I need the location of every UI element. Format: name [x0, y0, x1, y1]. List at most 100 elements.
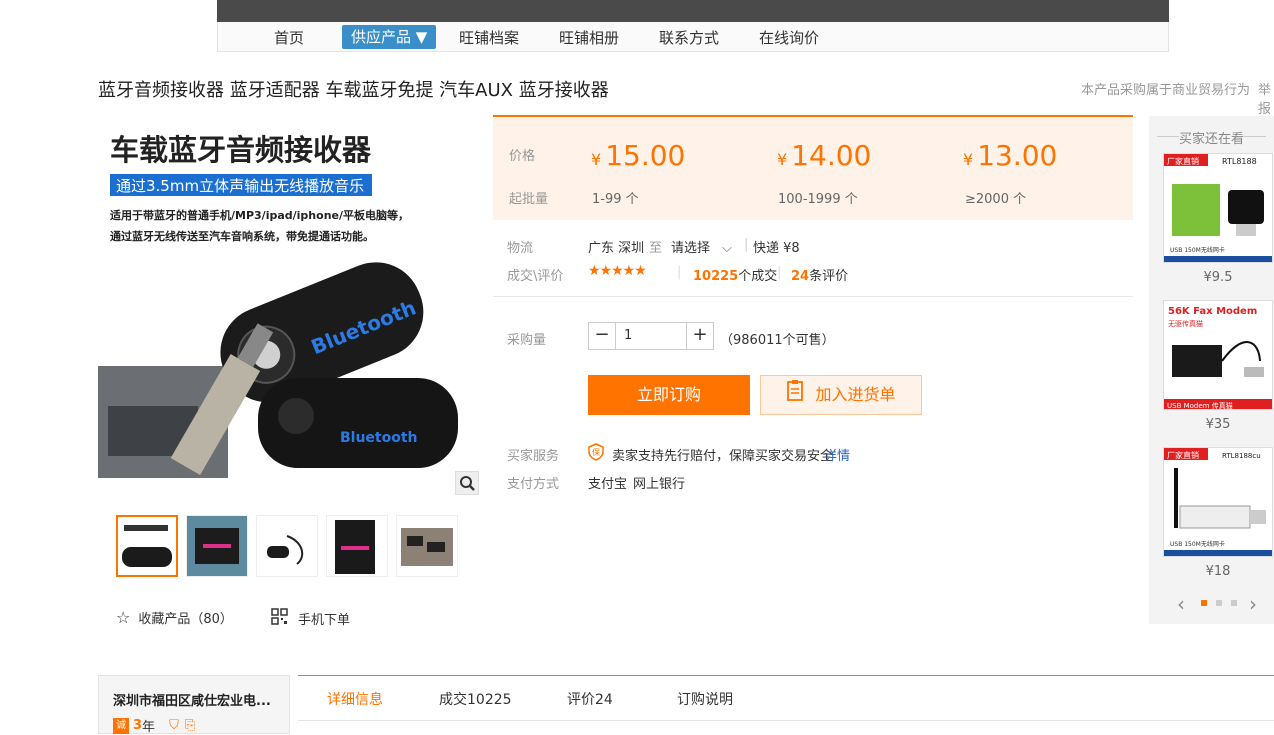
sidebar-item-2-caption: USB Modem 传真猫	[1167, 401, 1233, 410]
nav-products[interactable]: 供应产品 ▼	[342, 25, 437, 49]
separator	[493, 296, 1133, 297]
prev-arrow-icon[interactable]: ‹	[1177, 592, 1185, 616]
shop-card: 深圳市福田区咸仕宏业电... 诚 3 年 ⛉ ⎘	[98, 675, 290, 735]
divider: |	[744, 237, 749, 252]
top-bar	[217, 0, 1169, 22]
tab-order-notes[interactable]: 订购说明	[677, 689, 733, 709]
available-stock: （986011个可售）	[720, 333, 835, 348]
range-tier-2: 100-1999 个	[778, 192, 858, 207]
payment-label: 支付方式	[507, 477, 560, 492]
sidebar-item-3-caption: USB 150M无线网卡	[1170, 540, 1225, 548]
buyers-also-viewed: 买家还在看 厂家直销 RTL8188 USB 150M无线网卡 ¥9.5 56K F…	[1149, 116, 1274, 624]
range-tier-1: 1-99 个	[592, 192, 639, 207]
chengxin-badge-icon: 诚	[113, 717, 129, 734]
shop-years-unit: 年	[142, 720, 156, 735]
logistics-label: 物流	[507, 241, 534, 256]
next-arrow-icon[interactable]: ›	[1249, 592, 1257, 616]
image-line-1: 适用于带蓝牙的普通手机/MP3/ipad/iphone/平板电脑等，	[110, 208, 409, 222]
mobile-order-button[interactable]: 手机下单	[271, 608, 350, 629]
sidebar-item-3-image[interactable]: 厂家直销 RTL8188cu USB 150M无线网卡	[1163, 447, 1273, 557]
buy-now-button[interactable]: 立即订购	[588, 375, 750, 415]
shop-nav: 首页 供应产品 ▼ 旺铺档案 旺铺相册 联系方式 在线询价	[217, 22, 1169, 52]
sidebar-item-2-image[interactable]: 56K Fax Modem 无驱传真猫 USB Modem 传真猫	[1163, 300, 1273, 410]
nav-album[interactable]: 旺铺相册	[559, 27, 619, 49]
sidebar-item-2-price[interactable]: ¥35	[1163, 417, 1273, 432]
favorite-label: 收藏产品（80）	[138, 612, 233, 627]
image-banner: 通过3.5mm立体声输出无线播放音乐	[116, 177, 364, 195]
price-tier-1: ¥15.00	[591, 139, 686, 172]
sidebar-item-1-model: RTL8188	[1222, 157, 1257, 166]
divider: |	[777, 265, 782, 280]
reviews-count[interactable]: 24条评价	[791, 265, 848, 284]
guarantee-icon: ⛉	[169, 718, 179, 733]
thumbnail-2[interactable]	[186, 515, 248, 577]
shop-name[interactable]: 深圳市福田区咸仕宏业电...	[113, 690, 271, 709]
service-details-link[interactable]: 详情	[824, 445, 850, 464]
rating-stars: ★★★★★	[588, 263, 647, 279]
nav-contact[interactable]: 联系方式	[659, 27, 719, 49]
ship-from: 广东 深圳	[588, 241, 645, 256]
sidebar-item-1-tag: 厂家直销	[1167, 156, 1199, 166]
certificate-icon: ⎘	[184, 718, 196, 733]
sidebar-item-2-model: 无驱传真猫	[1168, 319, 1203, 328]
payment-alipay: 支付宝	[588, 477, 628, 492]
sidebar-item-1-price[interactable]: ¥9.5	[1163, 270, 1273, 285]
destination-select[interactable]: 请选择 ⌵	[671, 237, 732, 256]
zoom-icon[interactable]	[455, 471, 479, 495]
divider: |	[677, 265, 682, 280]
price-tier-2: ¥14.00	[777, 139, 872, 172]
thumbnail-3[interactable]	[256, 515, 318, 577]
nav-inquiry[interactable]: 在线询价	[759, 27, 819, 49]
payment-online-bank: 网上银行	[633, 477, 686, 492]
nav-shop-profile[interactable]: 旺铺档案	[459, 27, 519, 49]
decrease-button[interactable]: −	[589, 323, 615, 349]
favorite-button[interactable]: ☆ 收藏产品（80）	[116, 608, 233, 627]
nav-home[interactable]: 首页	[274, 27, 304, 49]
increase-button[interactable]: +	[687, 323, 713, 349]
tab-details[interactable]: 详细信息	[327, 689, 383, 709]
image-line-2: 通过蓝牙无线传送至汽车音响系统，带免提通话功能。	[110, 229, 374, 243]
quantity-stepper: − 1 +	[588, 322, 714, 350]
quantity-label: 采购量	[507, 333, 547, 348]
carousel-dot-1[interactable]	[1201, 600, 1207, 606]
main-product-image[interactable]: 车载蓝牙音频接收器 通过3.5mm立体声输出无线播放音乐 适用于带蓝牙的普通手机…	[98, 116, 478, 478]
thumbnail-4[interactable]	[326, 515, 388, 577]
sidebar-item-3-model: RTL8188cu	[1222, 452, 1261, 460]
sidebar-item-1-image[interactable]: 厂家直销 RTL8188 USB 150M无线网卡	[1163, 153, 1273, 263]
product-title: 蓝牙音频接收器 蓝牙适配器 车载蓝牙免提 汽车AUX 蓝牙接收器	[98, 80, 609, 101]
tab-deals[interactable]: 成交10225	[439, 689, 512, 709]
price-box: 价格 起批量 ¥15.00 ¥14.00 ¥13.00 1-99 个 100-1…	[493, 115, 1133, 220]
shop-years: 3	[133, 718, 143, 733]
service-text: 卖家支持先行赔付，保障买家交易安全	[612, 449, 834, 464]
image-headline: 车载蓝牙音频接收器	[110, 133, 372, 167]
sidebar-item-1-caption: USB 150M无线网卡	[1170, 246, 1225, 254]
add-to-cart-button[interactable]: 加入进货单	[760, 375, 922, 415]
moq-label: 起批量	[509, 192, 549, 207]
trade-note: 本产品采购属于商业贸易行为	[1081, 83, 1251, 98]
svg-text:保: 保	[592, 447, 600, 457]
mobile-order-label: 手机下单	[298, 613, 351, 628]
chevron-down-icon: ⌵	[722, 241, 732, 256]
sidebar-item-3-tag: 厂家直销	[1167, 450, 1199, 460]
sidebar-item-3-price[interactable]: ¥18	[1163, 564, 1273, 579]
sidebar-title: 买家还在看	[1149, 128, 1274, 147]
star-outline-icon: ☆	[116, 608, 131, 627]
carousel-dot-3[interactable]	[1231, 600, 1237, 606]
ship-to-word: 至	[649, 241, 663, 256]
carousel-dot-2[interactable]	[1216, 600, 1222, 606]
quantity-input[interactable]: 1	[615, 323, 687, 349]
service-label: 买家服务	[507, 449, 560, 464]
report-link[interactable]: 举报	[1258, 79, 1274, 117]
price-tier-3: ¥13.00	[963, 139, 1058, 172]
qr-code-icon	[271, 608, 288, 629]
shield-icon: 保	[588, 443, 604, 465]
device-brand-2: Bluetooth	[340, 430, 418, 446]
thumbnail-1[interactable]	[116, 515, 178, 577]
tab-reviews[interactable]: 评价24	[567, 689, 613, 709]
deals-count[interactable]: 10225个成交	[693, 265, 777, 284]
price-label: 价格	[509, 149, 536, 164]
express-fee: 快递 ¥8	[753, 241, 800, 256]
sidebar-item-2-tag: 56K Fax Modem	[1168, 306, 1257, 317]
range-tier-3: ≥2000 个	[965, 192, 1027, 207]
thumbnail-5[interactable]	[396, 515, 458, 577]
